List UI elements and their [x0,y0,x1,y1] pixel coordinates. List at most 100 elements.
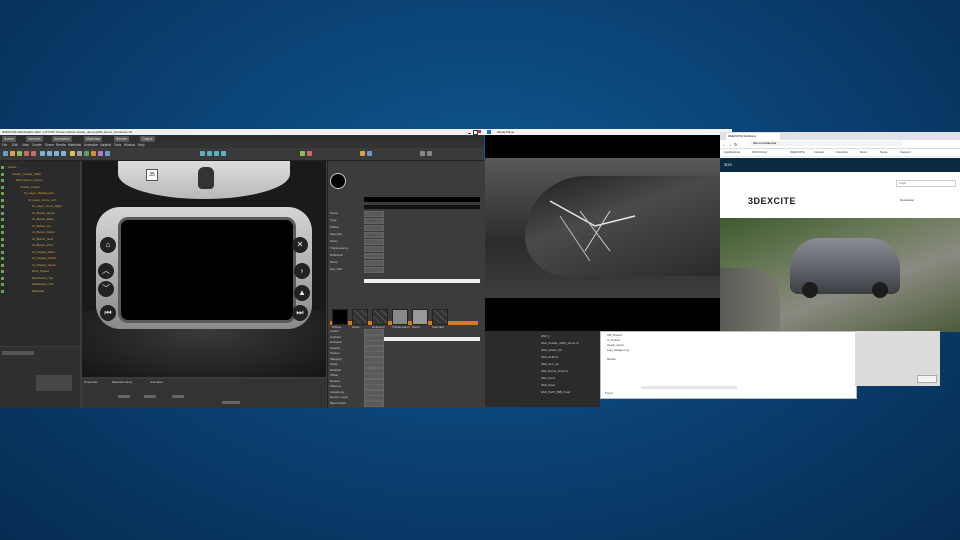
preview-thumbnail[interactable] [36,375,72,391]
folder-item[interactable]: Renders [607,358,616,361]
scene-tree-item[interactable]: HMI_Screen_Group [0,178,80,183]
layout-icon[interactable] [420,151,425,156]
property-field[interactable] [364,225,384,231]
scene-tree-item[interactable]: UI_Display_Glass [0,263,80,268]
swatch-diffuse[interactable] [332,309,348,325]
move-icon[interactable] [47,151,52,156]
scene-tree-item[interactable]: Dashboard_Top [0,276,80,281]
skip-forward-icon[interactable]: ⏭ [292,305,308,321]
swatch-transparency[interactable] [392,309,408,325]
bookmark-item[interactable]: 3DS Portal [752,149,767,156]
field[interactable] [144,395,156,398]
property-field[interactable] [364,239,384,245]
bookmark-item[interactable]: Support [900,149,911,156]
render-icon[interactable] [84,151,89,156]
bookmark-item[interactable]: Favorites [836,149,848,156]
file-tree-item[interactable]: HMI_HUD.rtt [541,355,558,359]
property-field[interactable] [364,260,384,266]
scene-tree-item[interactable]: UI_Button_Prev [0,243,80,248]
view-front-icon[interactable] [200,151,205,156]
colour-bar-2[interactable] [364,205,480,209]
select-icon[interactable] [40,151,45,156]
scene-tree-item[interactable]: UI_Layer_Icons_Left [0,198,80,203]
file-tree-item[interactable]: HMI_Demo_Final.rtt [541,369,568,373]
rotate-icon[interactable] [54,151,59,156]
bottom-tab-animation[interactable]: Animation [150,380,163,384]
tab-output[interactable]: Output [140,136,155,142]
bookmark-item[interactable]: 3DEXCITE [790,149,805,156]
tab-materials[interactable]: Materials [84,136,103,142]
visibility-checkbox[interactable] [1,250,4,254]
property-field[interactable] [364,232,384,238]
play-icon[interactable] [300,151,305,156]
scene-tree-item[interactable]: UI_Button_Home [0,211,80,216]
fullscreen-icon[interactable] [427,151,432,156]
scene-tree-item[interactable]: Scene [0,165,80,170]
field[interactable] [118,395,130,398]
swatch-specular[interactable] [432,309,448,325]
browser-tab[interactable]: 3DEXCITE Solutions [726,133,780,140]
tab-scene[interactable]: Scene [2,136,16,142]
scene-tree-item[interactable]: UI_Button_Up [0,224,80,229]
visibility-checkbox[interactable] [1,289,4,293]
newsletter-link[interactable]: Newsletter [900,198,914,202]
dialog-button[interactable] [917,375,937,383]
camera-icon[interactable] [77,151,82,156]
scene-tree-item[interactable]: Dashboard_Trim [0,282,80,287]
close-x-icon[interactable]: ✕ [292,237,308,253]
visibility-checkbox[interactable] [1,198,4,202]
scene-tree-item[interactable]: UI_Button_Down [0,230,80,235]
property-field[interactable] [364,211,384,217]
visibility-checkbox[interactable] [1,166,4,169]
reload-icon[interactable]: ↻ [734,142,737,147]
texture-field[interactable] [364,279,480,283]
view-top-icon[interactable] [214,151,219,156]
colour-bar[interactable] [364,197,480,202]
save-icon[interactable] [17,151,22,156]
login-field[interactable]: Login [896,180,956,187]
3d-viewport[interactable]: 35 ⌂ ︿ ﹀ ⏮ ✕ › ▲ ⏭ [82,161,326,377]
open-icon[interactable] [10,151,15,156]
stop-icon[interactable] [307,151,312,156]
home-button-icon[interactable]: ⌂ [100,237,116,253]
skip-back-icon[interactable]: ⏮ [100,305,116,321]
scene-tree-item[interactable]: Cluster_Frame [0,185,80,190]
new-icon[interactable] [3,151,8,156]
swatch-bump[interactable] [412,309,428,325]
property-field[interactable] [364,218,384,224]
scale-icon[interactable] [61,151,66,156]
folder-item[interactable]: Logo_Deltagen.png [607,349,629,352]
ds-logo[interactable]: 3DS [724,161,758,169]
property-field[interactable] [364,246,384,252]
visibility-checkbox[interactable] [1,218,4,221]
scene-tree-item[interactable]: Interior_Cluster_2022 [0,172,80,177]
animation-icon[interactable] [105,151,110,156]
undo-icon[interactable] [24,151,29,156]
visibility-checkbox[interactable] [1,231,4,234]
property-field[interactable] [364,267,384,273]
visibility-checkbox[interactable] [1,179,4,182]
bottom-tab-library[interactable]: Material Library [112,380,133,384]
tab-variants[interactable]: Variants [26,136,43,142]
folder-item[interactable]: HMI_Screens [607,334,622,337]
chevron-up-icon[interactable]: ︿ [98,263,114,279]
triangle-icon[interactable]: ▲ [294,285,310,301]
visibility-checkbox[interactable] [1,276,4,280]
scene-tree-item[interactable]: UI_Layer_Background [0,191,80,196]
visibility-checkbox[interactable] [1,257,4,260]
file-tree-item[interactable]: HMI_Final [541,383,555,387]
horizontal-scrollbar[interactable] [641,386,737,389]
swatch-reflection[interactable] [372,309,388,325]
back-icon[interactable]: ← [722,142,726,147]
bookmark-item[interactable]: News [880,149,888,156]
redo-icon[interactable] [31,151,36,156]
arrow-right-icon[interactable]: › [294,263,310,279]
chevron-down-icon[interactable]: ﹀ [98,281,114,297]
tab-render[interactable]: Render [114,136,130,142]
minimize-icon[interactable] [468,130,471,134]
bookmark-item[interactable]: Docs [860,149,867,156]
bottom-tab-properties[interactable]: Properties [84,380,98,384]
field[interactable] [222,401,240,404]
visibility-checkbox[interactable] [1,244,4,247]
property-field[interactable] [364,400,384,407]
